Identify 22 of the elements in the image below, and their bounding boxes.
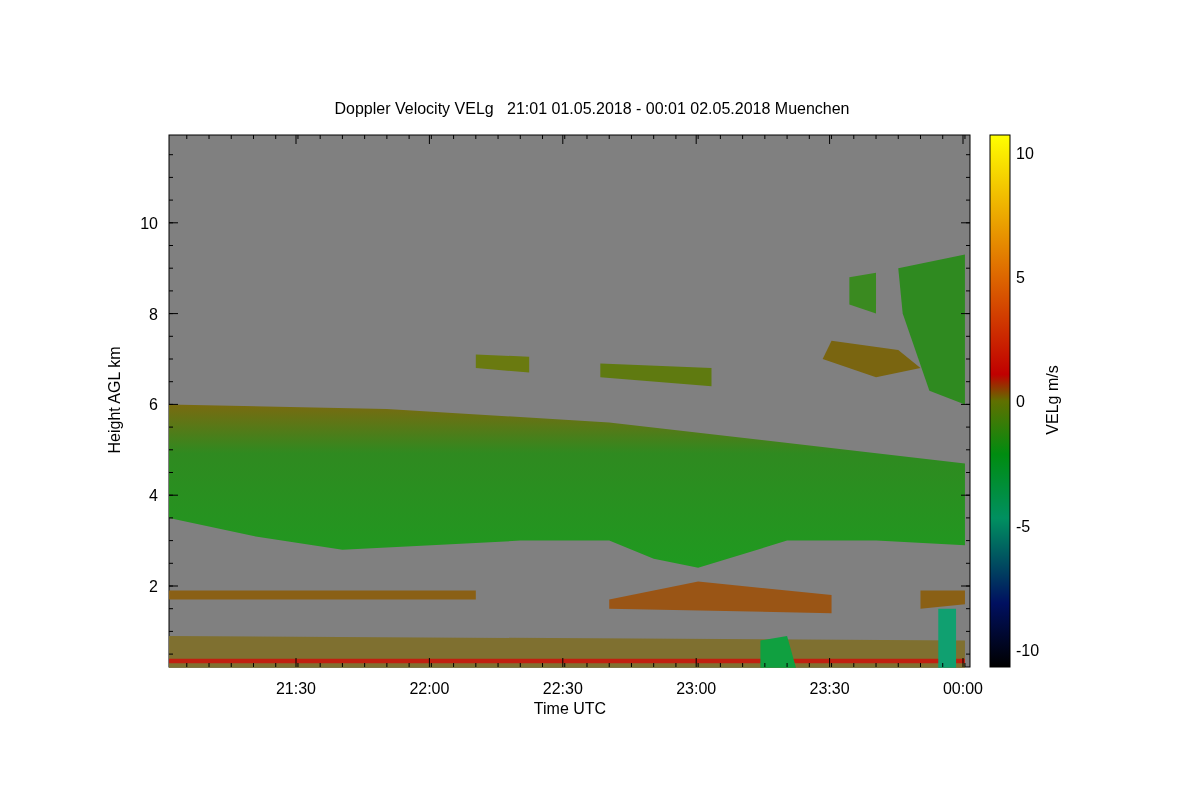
colorbar-label: VELg m/s <box>1044 365 1061 435</box>
colorbar-tick-label: -5 <box>1016 517 1031 535</box>
y-axis-label: Height AGL km <box>106 346 123 454</box>
x-tick-label: 22:00 <box>409 680 450 697</box>
colorbar-tick-label: 10 <box>1016 145 1034 162</box>
x-axis-label: Time UTC <box>533 700 607 717</box>
x-tick-label: 22:30 <box>542 680 583 697</box>
y-tick-label: 6 <box>149 396 158 414</box>
echo-region <box>849 272 876 314</box>
y-tick-label: 4 <box>149 487 158 505</box>
echo-region <box>475 354 530 373</box>
x-tick-label: 23:30 <box>809 680 850 697</box>
y-tick-label: 2 <box>149 578 158 595</box>
colorbar-tick-label: 0 <box>1016 393 1025 411</box>
y-tick-label: 8 <box>149 305 158 323</box>
chart-title: Doppler Velocity VELg 21:01 01.05.2018 - 00:01 02.05.2018 Muenchen <box>334 100 850 117</box>
y-tick-label: 10 <box>140 214 158 232</box>
x-tick-label: 00:00 <box>943 680 983 697</box>
colorbar-tick-label: -10 <box>1016 641 1040 659</box>
x-tick-label: 23:00 <box>676 680 717 697</box>
colorbar-tick-label: 5 <box>1016 269 1025 287</box>
x-tick-label: 21:30 <box>276 680 316 697</box>
